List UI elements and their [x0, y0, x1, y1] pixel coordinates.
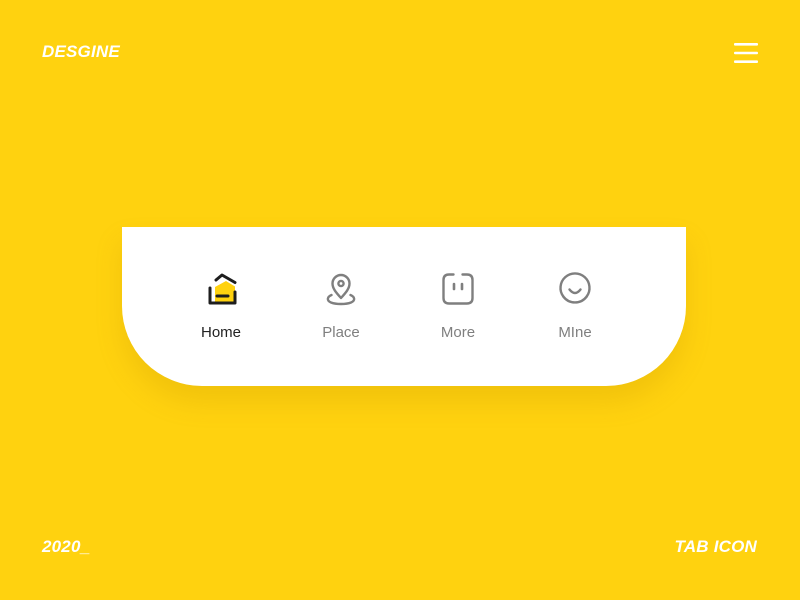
tab-label-home: Home — [200, 324, 241, 341]
tab-place[interactable]: Place — [301, 271, 381, 351]
home-icon — [203, 271, 239, 307]
tab-label-mine: MIne — [558, 324, 592, 341]
tab-more[interactable]: More — [418, 271, 498, 351]
tab-label-place: Place — [322, 324, 360, 341]
smile-icon — [557, 271, 593, 307]
hamburger-menu-icon — [734, 43, 758, 63]
more-face-icon — [440, 271, 476, 307]
tab-home[interactable]: Home — [181, 271, 261, 351]
tab-mine[interactable]: MIne — [535, 271, 615, 351]
caption-label: TAB ICON — [674, 537, 757, 556]
location-pin-icon — [323, 271, 359, 307]
brand-title: DESGINE — [42, 42, 120, 61]
tab-bar: Home Place More MIne — [122, 227, 686, 386]
menu-button[interactable] — [734, 42, 758, 64]
tab-label-more: More — [440, 324, 476, 341]
year-label: 2020_ — [42, 537, 91, 556]
